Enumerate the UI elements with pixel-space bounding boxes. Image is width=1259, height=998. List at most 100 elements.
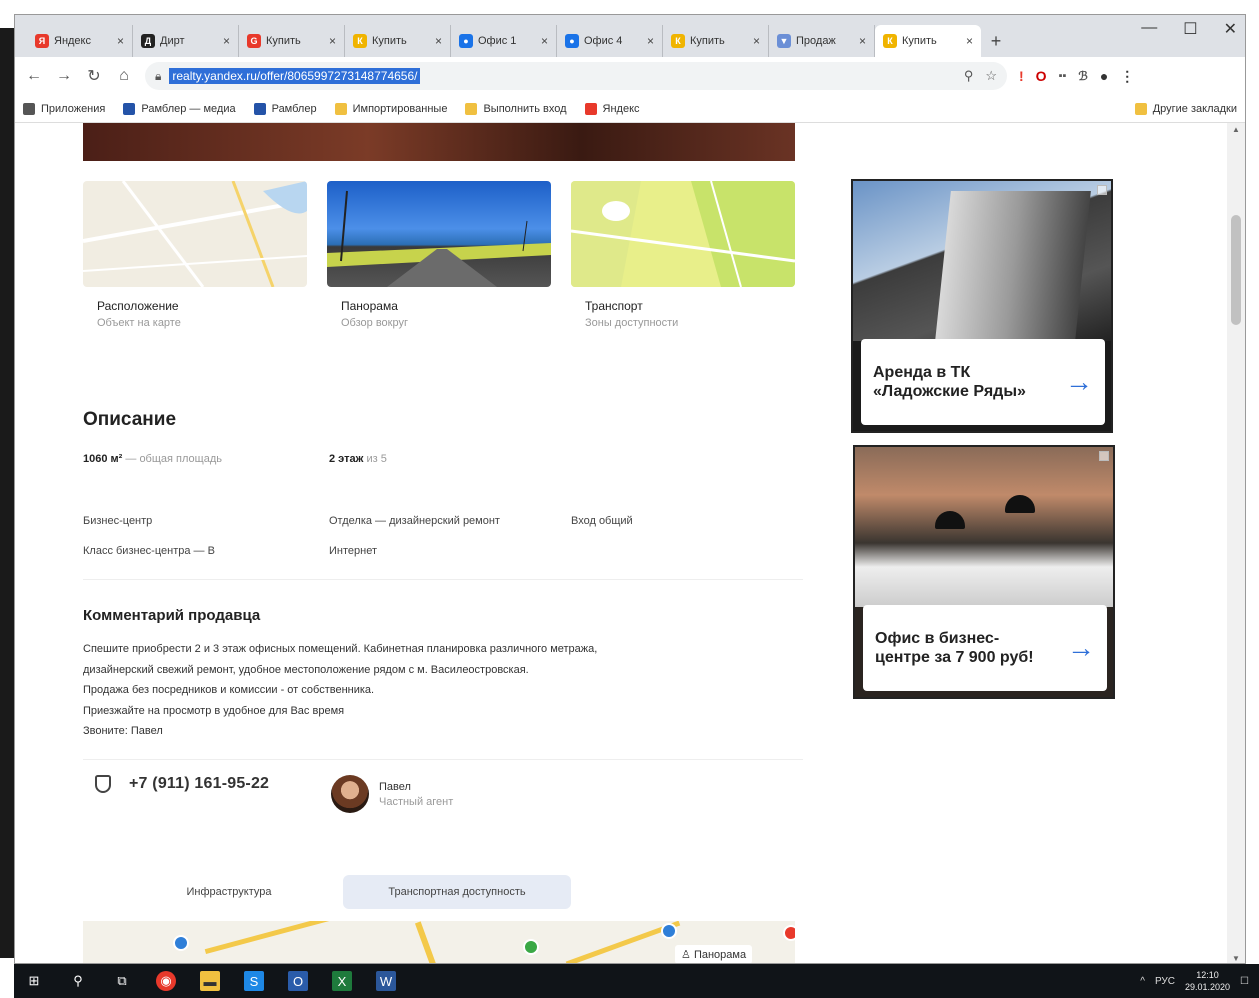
bookmark-item[interactable]: Рамблер — медиа: [123, 102, 236, 115]
ad-info-icon[interactable]: [1097, 185, 1107, 195]
location-card[interactable]: Расположение Объект на карте: [83, 181, 307, 351]
tab-transport-access[interactable]: Транспортная доступность: [343, 875, 571, 909]
close-tab-icon[interactable]: ×: [541, 34, 548, 48]
bookmark-item[interactable]: Импортированные: [334, 102, 447, 115]
floor-info: 2 этаж из 5: [329, 453, 387, 465]
agent-role: Частный агент: [379, 795, 454, 808]
excel-icon[interactable]: X: [332, 971, 352, 991]
address-bar[interactable]: 🔒︎ realty.yandex.ru/offer/80659972731487…: [145, 62, 1007, 90]
panorama-button[interactable]: ♙ Панорама: [675, 945, 753, 963]
close-window-icon[interactable]: ✕: [1224, 19, 1237, 39]
home-icon[interactable]: ⌂: [115, 67, 133, 85]
contact-phone[interactable]: +7 (911) 161-95-22: [95, 775, 269, 793]
profile-icon[interactable]: ●: [1100, 68, 1108, 84]
search-icon[interactable]: ⚲: [68, 971, 88, 991]
photo-gallery-strip[interactable]: [83, 123, 795, 161]
language-indicator[interactable]: РУС: [1155, 976, 1175, 987]
translate-extension-icon[interactable]: ℬ: [1078, 69, 1087, 83]
close-tab-icon[interactable]: ×: [966, 34, 973, 48]
url-text[interactable]: realty.yandex.ru/offer/80659972731487746…: [169, 68, 421, 84]
forward-arrow-icon[interactable]: →: [55, 67, 73, 85]
word-icon[interactable]: W: [376, 971, 396, 991]
bookmark-icon: [123, 102, 136, 115]
menu-icon[interactable]: ⋮: [1120, 68, 1134, 85]
panorama-card[interactable]: Панорама Обзор вокруг: [327, 181, 551, 351]
start-icon[interactable]: ⊞: [24, 971, 44, 991]
divider: [83, 579, 803, 580]
back-arrow-icon[interactable]: ←: [25, 67, 43, 85]
bookmark-item[interactable]: Приложения: [23, 102, 105, 115]
browser-tab[interactable]: Д Дирт ×: [133, 25, 239, 57]
reload-icon[interactable]: ↻: [85, 66, 103, 86]
maximize-icon[interactable]: ☐: [1183, 19, 1197, 39]
ad-card[interactable]: Офис в бизнес-центре за 7 900 руб! →: [863, 605, 1107, 691]
tab-label: Продаж: [796, 35, 836, 47]
page-scrollbar[interactable]: ▲ ▼: [1227, 123, 1245, 963]
ad-card[interactable]: Аренда в ТК «Ладожские Ряды» →: [861, 339, 1105, 425]
bookmark-icon: [584, 102, 597, 115]
browser-tab[interactable]: К Купить ×: [875, 25, 981, 57]
bookmark-item[interactable]: Яндекс: [584, 102, 640, 115]
favicon-icon: К: [353, 34, 367, 48]
tab-infrastructure[interactable]: Инфраструктура: [115, 875, 343, 909]
tab-label: Офис 4: [584, 35, 623, 47]
zoom-icon[interactable]: ⚲: [964, 68, 974, 84]
notifications-icon[interactable]: ☐: [1240, 976, 1249, 987]
other-bookmarks[interactable]: Другие закладки: [1134, 102, 1237, 115]
comment-line: Спешите приобрести 2 и 3 этаж офисных по…: [83, 643, 598, 655]
browser-tab[interactable]: К Купить ×: [663, 25, 769, 57]
favicon-icon: ●: [459, 34, 473, 48]
chrome-icon[interactable]: ◉: [156, 971, 176, 991]
close-tab-icon[interactable]: ×: [753, 34, 760, 48]
poi-pin-icon[interactable]: [783, 925, 795, 941]
browser-tab[interactable]: ● Офис 4 ×: [557, 25, 663, 57]
task-view-icon[interactable]: ⧉: [112, 971, 132, 991]
map-tabs: Инфраструктура Транспортная доступность: [115, 875, 571, 909]
screen-left-edge: [0, 28, 14, 958]
close-tab-icon[interactable]: ×: [435, 34, 442, 48]
close-tab-icon[interactable]: ×: [859, 34, 866, 48]
lock-icon[interactable]: 🔒︎: [155, 69, 161, 84]
minimize-icon[interactable]: —: [1141, 19, 1157, 39]
opera-extension-icon[interactable]: O: [1036, 68, 1047, 84]
close-tab-icon[interactable]: ×: [329, 34, 336, 48]
browser-tab[interactable]: ▼ Продаж ×: [769, 25, 875, 57]
metro-pin-icon[interactable]: [173, 935, 189, 951]
ad-info-icon[interactable]: [1099, 451, 1109, 461]
browser-tab[interactable]: ● Офис 1 ×: [451, 25, 557, 57]
feature-item: Отделка — дизайнерский ремонт: [329, 515, 500, 527]
file-explorer-icon[interactable]: ▬: [200, 971, 220, 991]
scroll-down-icon[interactable]: ▼: [1232, 954, 1240, 963]
browser-tab[interactable]: Я Яндекс ×: [27, 25, 133, 57]
close-tab-icon[interactable]: ×: [117, 34, 124, 48]
clock[interactable]: 12:10 29.01.2020: [1185, 969, 1230, 993]
phone-number[interactable]: +7 (911) 161-95-22: [129, 775, 269, 793]
extension-icon[interactable]: !: [1019, 68, 1024, 84]
skype-icon[interactable]: S: [244, 971, 264, 991]
close-tab-icon[interactable]: ×: [647, 34, 654, 48]
adblock-extension-icon[interactable]: ▪▪: [1059, 70, 1067, 82]
metro-pin-icon[interactable]: [661, 923, 677, 939]
bookmark-item[interactable]: Выполнить вход: [465, 102, 567, 115]
map-road: [204, 921, 342, 955]
transport-card[interactable]: Транспорт Зоны доступности: [571, 181, 795, 351]
new-tab-button[interactable]: +: [981, 25, 1011, 57]
comment-line: дизайнерский свежий ремонт, удобное мест…: [83, 663, 529, 676]
agent-info[interactable]: Павел Частный агент: [331, 775, 453, 813]
outlook-icon[interactable]: O: [288, 971, 308, 991]
star-icon[interactable]: ☆: [985, 68, 997, 84]
close-tab-icon[interactable]: ×: [223, 34, 230, 48]
favicon-icon: К: [883, 34, 897, 48]
scroll-up-icon[interactable]: ▲: [1232, 125, 1240, 134]
chevron-up-icon[interactable]: ^: [1140, 976, 1145, 987]
ad-text: Аренда в ТК «Ладожские Ряды»: [873, 364, 1026, 400]
ad-banner-rent[interactable]: Аренда в ТК «Ладожские Ряды» →: [851, 179, 1113, 433]
browser-tab[interactable]: К Купить ×: [345, 25, 451, 57]
browser-tab[interactable]: G Купить ×: [239, 25, 345, 57]
ad-office-photo: [855, 447, 1113, 607]
ad-banner-office[interactable]: Офис в бизнес-центре за 7 900 руб! →: [853, 445, 1115, 699]
bookmark-item[interactable]: Рамблер: [253, 102, 317, 115]
scrollbar-thumb[interactable]: [1231, 215, 1241, 325]
park-pin-icon[interactable]: [523, 939, 539, 955]
favicon-icon: К: [671, 34, 685, 48]
